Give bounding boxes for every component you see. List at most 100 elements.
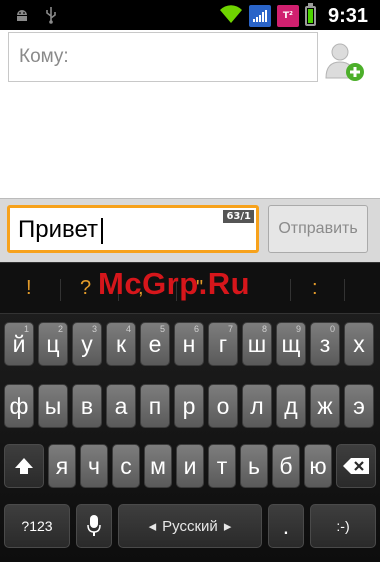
key-э[interactable]: э — [344, 384, 374, 428]
on-screen-keyboard: й1ц2у3к4е5н6г7ш8щ9з0х фывапролджэ ячсмит… — [0, 314, 380, 562]
key-label: т — [216, 452, 228, 479]
key-ы[interactable]: ы — [38, 384, 68, 428]
key-label: ш — [247, 330, 267, 357]
key-ю[interactable]: ю — [304, 444, 332, 488]
key-label: м — [150, 452, 166, 479]
shift-icon — [15, 458, 33, 474]
message-field[interactable]: Привет 63/1 — [7, 205, 259, 253]
space-language-key[interactable]: ◂ Русский ▸ — [118, 504, 262, 548]
add-contact-button[interactable] — [322, 38, 368, 84]
key-ш[interactable]: ш8 — [242, 322, 272, 366]
suggestion-question[interactable]: ? — [80, 277, 91, 300]
key-label: д — [284, 392, 298, 419]
key-label: е — [148, 330, 162, 357]
key-б[interactable]: б — [272, 444, 300, 488]
period-key[interactable]: . — [268, 504, 304, 548]
key-label: ф — [9, 392, 29, 419]
symbols-key[interactable]: ?123 — [4, 504, 70, 548]
android-debug-icon — [14, 6, 30, 28]
key-label: р — [182, 392, 196, 419]
backspace-key[interactable] — [336, 444, 376, 488]
text-caret — [101, 217, 104, 244]
divider — [60, 279, 61, 301]
key-т[interactable]: т — [208, 444, 236, 488]
key-label: ы — [44, 392, 62, 419]
key-label: ц — [46, 330, 60, 357]
smiley-key[interactable]: :-) — [310, 504, 376, 548]
sim2-signal-icon: T² — [276, 5, 299, 27]
key-number-hint: 7 — [227, 324, 233, 334]
key-label: с — [120, 452, 132, 479]
message-text[interactable]: Привет — [18, 216, 104, 244]
key-с[interactable]: с — [112, 444, 140, 488]
key-label: л — [250, 392, 264, 419]
key-о[interactable]: о — [208, 384, 238, 428]
key-label: а — [114, 392, 128, 419]
compose-area — [0, 30, 380, 198]
add-contact-icon — [325, 43, 364, 81]
key-label: з — [319, 330, 331, 357]
key-л[interactable]: л — [242, 384, 272, 428]
key-label: н — [182, 330, 196, 357]
key-number-hint: 0 — [329, 324, 335, 334]
key-ф[interactable]: ф — [4, 384, 34, 428]
key-н[interactable]: н6 — [174, 322, 204, 366]
key-щ[interactable]: щ9 — [276, 322, 306, 366]
key-label: у — [81, 330, 93, 357]
status-bar: T² 9:31 — [0, 0, 380, 30]
key-е[interactable]: е5 — [140, 322, 170, 366]
key-в[interactable]: в — [72, 384, 102, 428]
key-number-hint: 1 — [23, 324, 29, 334]
recipient-input[interactable] — [9, 33, 317, 81]
usb-icon — [44, 6, 58, 28]
suggestion-colon[interactable]: : — [312, 277, 318, 300]
recipient-field[interactable] — [8, 32, 318, 82]
language-label: Русский — [162, 517, 218, 535]
key-и[interactable]: и — [176, 444, 204, 488]
character-counter: 63/1 — [223, 210, 254, 223]
shift-key[interactable] — [4, 444, 44, 488]
key-ц[interactable]: ц2 — [38, 322, 68, 366]
key-д[interactable]: д — [276, 384, 306, 428]
key-label: ч — [88, 452, 100, 479]
key-ч[interactable]: ч — [80, 444, 108, 488]
right-arrow-icon: ▸ — [223, 518, 232, 535]
key-label: к — [115, 330, 127, 357]
key-я[interactable]: я — [48, 444, 76, 488]
sim1-signal-icon — [248, 5, 271, 27]
key-х[interactable]: х — [344, 322, 374, 366]
microphone-key[interactable] — [76, 504, 112, 548]
microphone-icon — [87, 515, 101, 536]
key-м[interactable]: м — [144, 444, 172, 488]
wifi-icon — [219, 4, 243, 28]
key-number-hint: 6 — [193, 324, 199, 334]
key-number-hint: 8 — [261, 324, 267, 334]
suggestion-exclamation[interactable]: ! — [26, 277, 32, 300]
key-label: п — [148, 392, 162, 419]
divider — [290, 279, 291, 301]
key-label: ю — [309, 452, 327, 479]
key-ь[interactable]: ь — [240, 444, 268, 488]
key-label: х — [353, 330, 365, 357]
key-к[interactable]: к4 — [106, 322, 136, 366]
key-г[interactable]: г7 — [208, 322, 238, 366]
key-й[interactable]: й1 — [4, 322, 34, 366]
key-з[interactable]: з0 — [310, 322, 340, 366]
key-а[interactable]: а — [106, 384, 136, 428]
key-п[interactable]: п — [140, 384, 170, 428]
key-number-hint: 4 — [125, 324, 131, 334]
backspace-icon — [343, 458, 369, 474]
key-label: г — [218, 330, 228, 357]
key-label: и — [183, 452, 197, 479]
left-arrow-icon: ◂ — [148, 518, 157, 535]
key-ж[interactable]: ж — [310, 384, 340, 428]
key-label: я — [55, 452, 69, 479]
watermark: McGrp.Ru — [98, 266, 251, 301]
key-label: о — [216, 392, 230, 419]
send-button[interactable]: Отправить — [268, 205, 368, 253]
battery-charging-icon — [304, 3, 316, 26]
key-у[interactable]: у3 — [72, 322, 102, 366]
key-label: щ — [281, 330, 301, 357]
key-р[interactable]: р — [174, 384, 204, 428]
key-label: э — [353, 392, 365, 419]
